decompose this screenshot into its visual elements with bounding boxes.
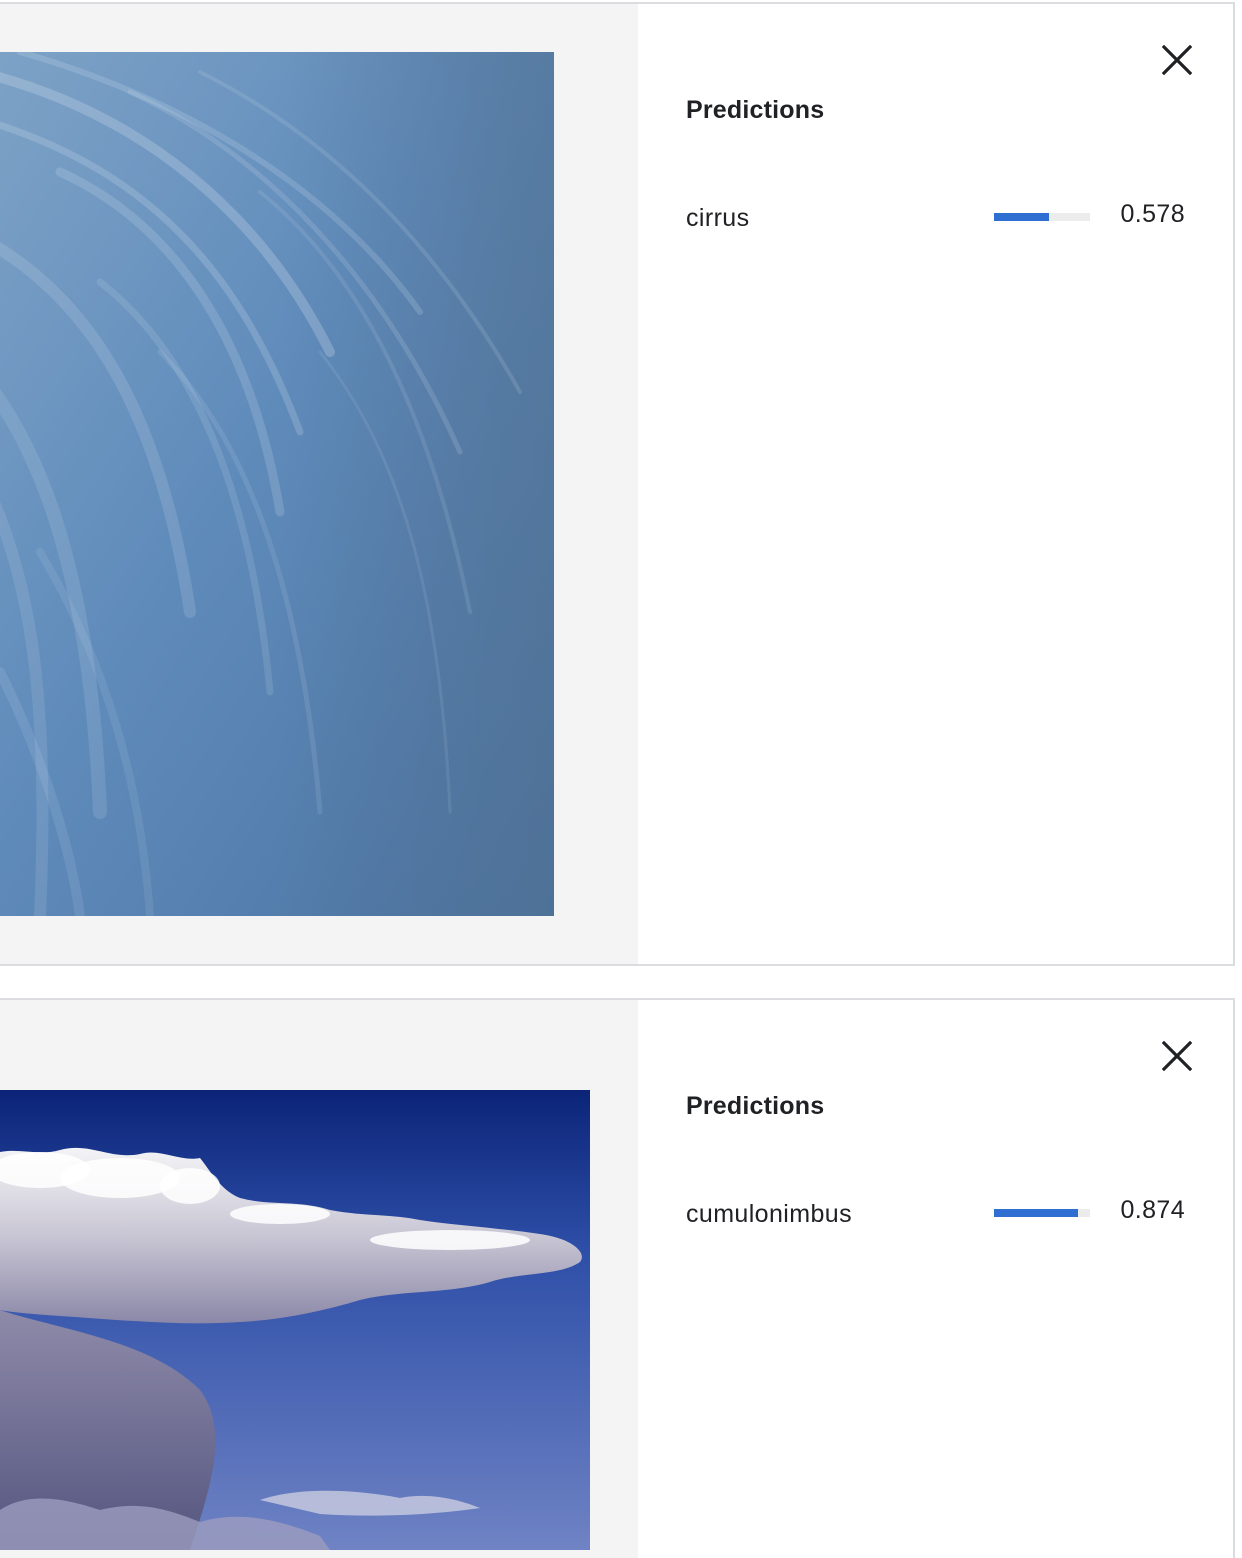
cloud-photo-cumulonimbus <box>0 1090 590 1550</box>
image-preview-area <box>0 1000 638 1558</box>
prediction-row: cumulonimbus 0.874 <box>686 1196 1185 1236</box>
prediction-card: Predictions cumulonimbus 0.874 <box>0 998 1235 1558</box>
prediction-bar-track <box>994 213 1090 221</box>
cloud-photo-cirrus <box>0 52 554 916</box>
predictions-panel: Predictions cumulonimbus 0.874 <box>638 1000 1233 1558</box>
close-icon[interactable] <box>1162 1041 1192 1071</box>
close-button[interactable] <box>1157 1036 1197 1076</box>
prediction-score: 0.578 <box>1120 200 1185 228</box>
prediction-row: cirrus 0.578 <box>686 200 1185 240</box>
prediction-score: 0.874 <box>1120 1196 1185 1224</box>
close-button[interactable] <box>1157 40 1197 80</box>
prediction-bar-fill <box>994 1209 1078 1217</box>
predictions-panel: Predictions cirrus 0.578 <box>638 4 1233 964</box>
close-icon[interactable] <box>1162 45 1192 75</box>
prediction-label: cumulonimbus <box>686 1200 852 1228</box>
panel-title: Predictions <box>686 96 825 124</box>
image-preview-area <box>0 4 638 964</box>
prediction-bar-fill <box>994 213 1050 221</box>
prediction-bar-track <box>994 1209 1090 1217</box>
prediction-label: cirrus <box>686 204 750 232</box>
prediction-card: Predictions cirrus 0.578 <box>0 2 1235 966</box>
panel-title: Predictions <box>686 1092 825 1120</box>
